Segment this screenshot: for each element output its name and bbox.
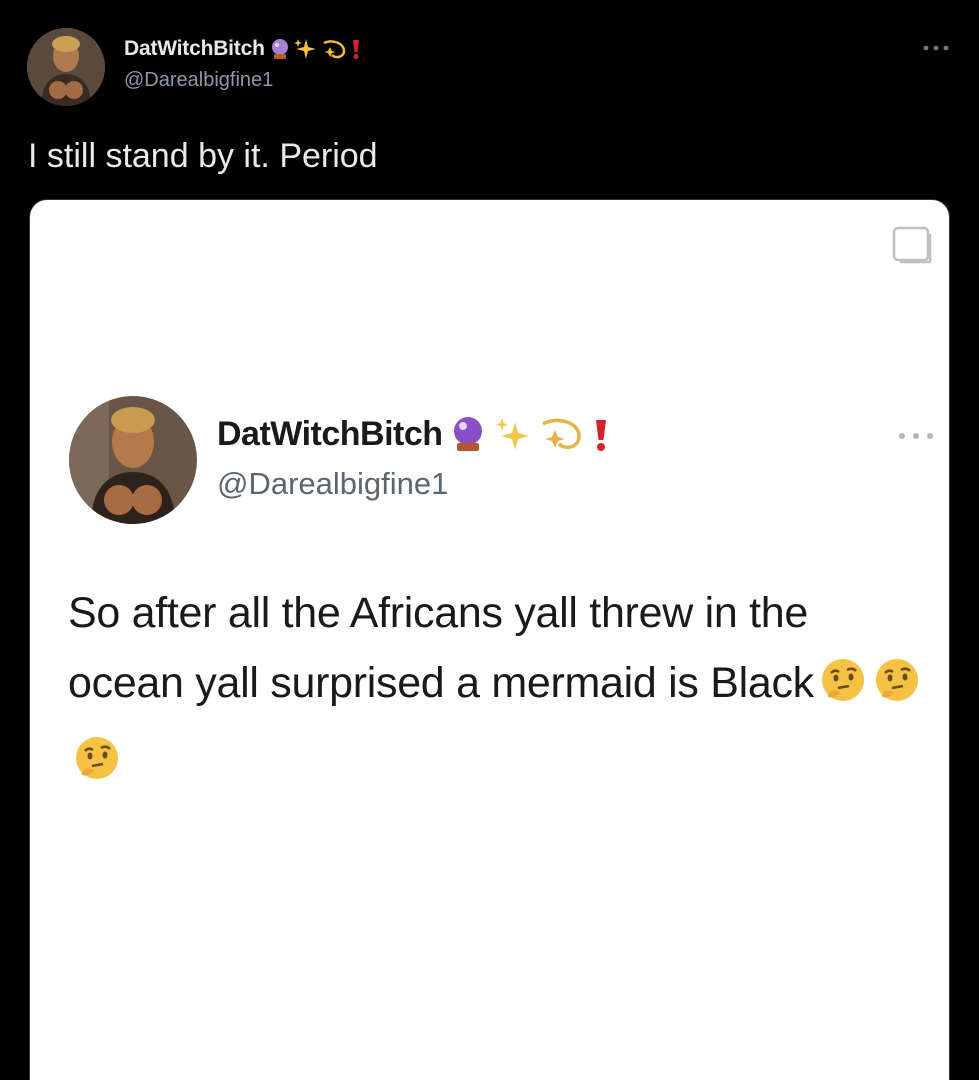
red-exclamation-icon [352, 40, 359, 59]
dizzy-icon [541, 418, 581, 450]
author-name-row[interactable]: DatWitchBitch [124, 34, 363, 64]
quoted-display-name: DatWitchBitch [217, 414, 443, 453]
thinking-face-icon [72, 733, 122, 804]
thinking-face-icon [872, 655, 922, 726]
quoted-name-row: DatWitchBitch [217, 412, 611, 456]
dizzy-icon [323, 40, 345, 59]
quoted-name-emojis [449, 414, 611, 454]
tweet-text: I still stand by it. Period [28, 137, 378, 175]
quoted-avatar-image [69, 396, 197, 524]
more-options-button[interactable] [921, 36, 951, 60]
author-handle[interactable]: @Darealbigfine1 [124, 69, 273, 92]
crystal-ball-icon [453, 417, 482, 451]
author-display-name[interactable]: DatWitchBitch [124, 37, 265, 61]
avatar-image [27, 28, 105, 106]
copy-icon [892, 226, 932, 264]
tweet-media-image[interactable]: DatWitchBitch @Darealbigfine1 So after a… [29, 199, 950, 1080]
more-horizontal-icon [923, 45, 949, 51]
quoted-avatar [69, 396, 197, 524]
sparkles-icon [495, 418, 529, 450]
avatar[interactable] [27, 28, 105, 106]
quoted-more-horizontal-icon [899, 433, 933, 439]
red-exclamation-icon [595, 420, 606, 451]
name-emojis [268, 37, 363, 61]
sparkles-icon [293, 39, 316, 59]
quoted-handle: @Darealbigfine1 [217, 466, 449, 501]
quoted-text-block: So after all the Africans yall threw in … [68, 578, 928, 804]
tweet: DatWitchBitch @Darealbigfine1 I still st… [0, 0, 979, 1080]
thinking-face-icon [818, 655, 868, 726]
crystal-ball-icon [271, 39, 288, 59]
quoted-text: So after all the Africans yall threw in … [68, 589, 814, 707]
